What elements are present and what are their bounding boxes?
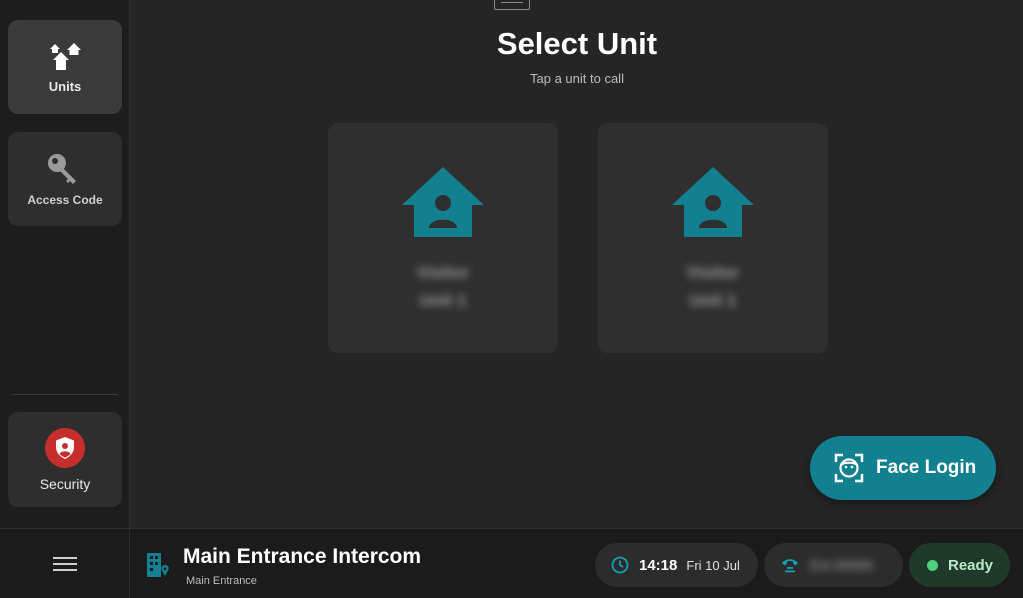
unit-card[interactable]: Visitor Unit 1 (328, 123, 558, 353)
clock-pill: 14:18 Fri 10 Jul (595, 543, 758, 587)
building-location-icon (147, 553, 169, 577)
main-panel: Select Unit Tap a unit to call Visitor U… (131, 0, 1023, 528)
intercom-app: Units Access Code Security Select Unit T… (0, 0, 1023, 598)
status-badge: Ready (909, 543, 1010, 587)
unit-name-line: Visitor (686, 263, 740, 282)
status-text: Ready (948, 556, 994, 574)
unit-name: Visitor Unit 1 (417, 259, 470, 315)
hamburger-menu-icon (52, 557, 77, 571)
unit-name-line: Unit 1 (689, 291, 737, 310)
sidebar-item-label: Security (39, 475, 91, 492)
page-title: Select Unit (496, 26, 658, 61)
date-text: Fri 10 Jul (686, 557, 740, 573)
sidebar-divider (12, 394, 118, 395)
unit-name-line: Visitor (416, 263, 470, 282)
pull-handle-icon[interactable] (494, 0, 530, 10)
location-subtitle: Main Entrance (186, 575, 257, 587)
unit-card[interactable]: Visitor Unit 1 (598, 123, 828, 353)
home-user-icon (402, 167, 484, 237)
homes-icon (50, 42, 81, 70)
face-login-button[interactable]: Face Login (810, 436, 996, 500)
sidebar-item-label: Units (48, 78, 82, 94)
shield-user-icon (45, 427, 85, 468)
location-title: Main Entrance Intercom (183, 545, 422, 568)
sidebar: Units Access Code Security (0, 0, 130, 528)
status-dot-icon (927, 559, 938, 571)
unit-name-line: Unit 1 (419, 291, 467, 310)
clock-icon (611, 556, 629, 574)
key-icon (48, 154, 76, 184)
sidebar-item-access-code[interactable]: Access Code (8, 132, 122, 226)
face-login-label: Face Login (876, 457, 977, 478)
home-user-icon (672, 167, 754, 237)
sidebar-item-label: Access Code (27, 193, 103, 207)
page-subtitle: Tap a unit to call (530, 71, 624, 86)
sidebar-item-security[interactable]: Security (8, 412, 122, 507)
phone-pill[interactable]: Ext 00000 (764, 543, 903, 587)
menu-button[interactable] (0, 529, 130, 598)
face-scan-icon (834, 453, 864, 483)
bottom-bar: Main Entrance Intercom Main Entrance 14:… (0, 528, 1023, 598)
phone-icon (782, 559, 798, 573)
unit-name: Visitor Unit 1 (687, 259, 740, 315)
phone-number: Ext 00000 (810, 557, 874, 573)
time-text: 14:18 (639, 556, 678, 574)
sidebar-item-units[interactable]: Units (8, 20, 122, 114)
